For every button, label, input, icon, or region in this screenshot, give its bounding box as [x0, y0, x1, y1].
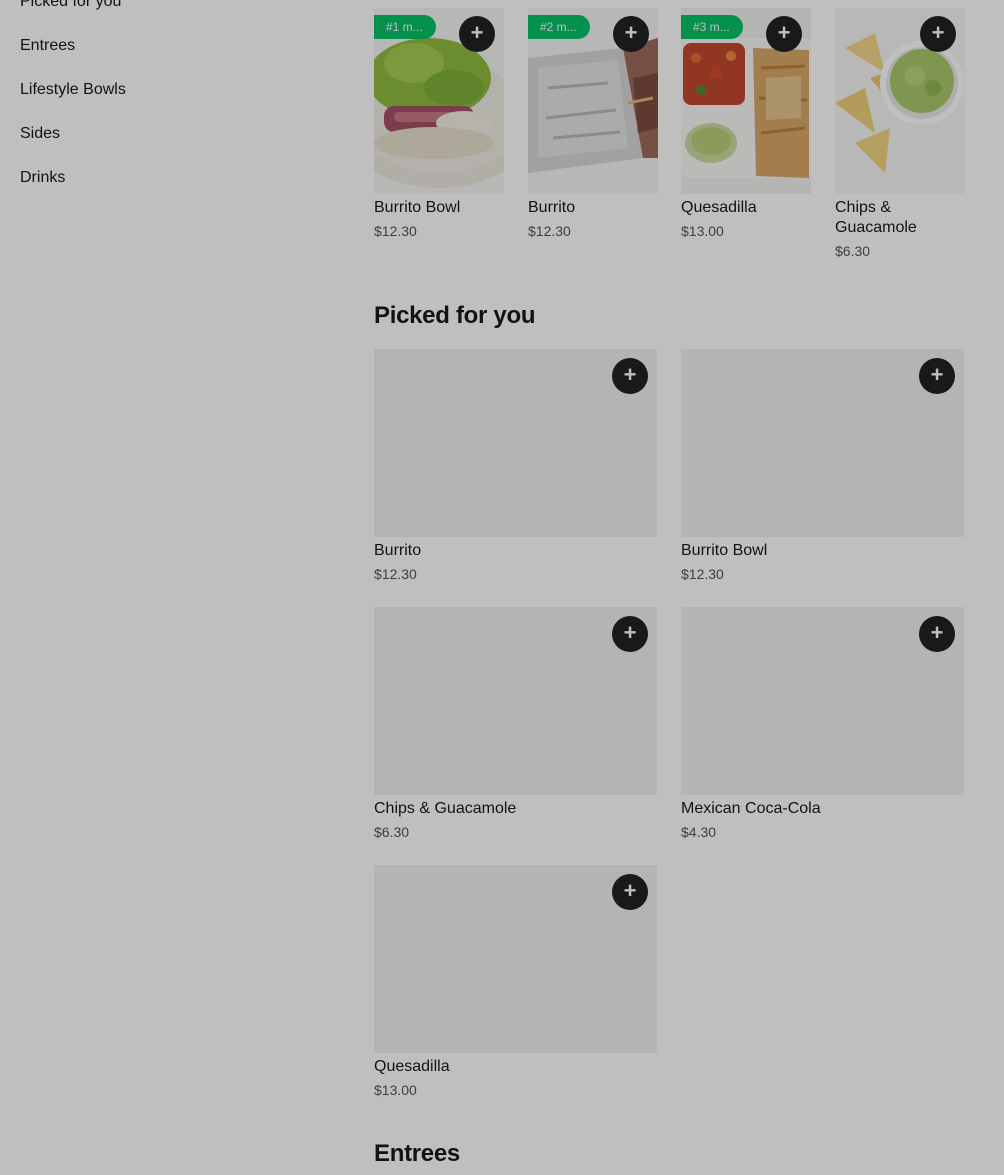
modal-overlay[interactable]	[0, 0, 1004, 1175]
